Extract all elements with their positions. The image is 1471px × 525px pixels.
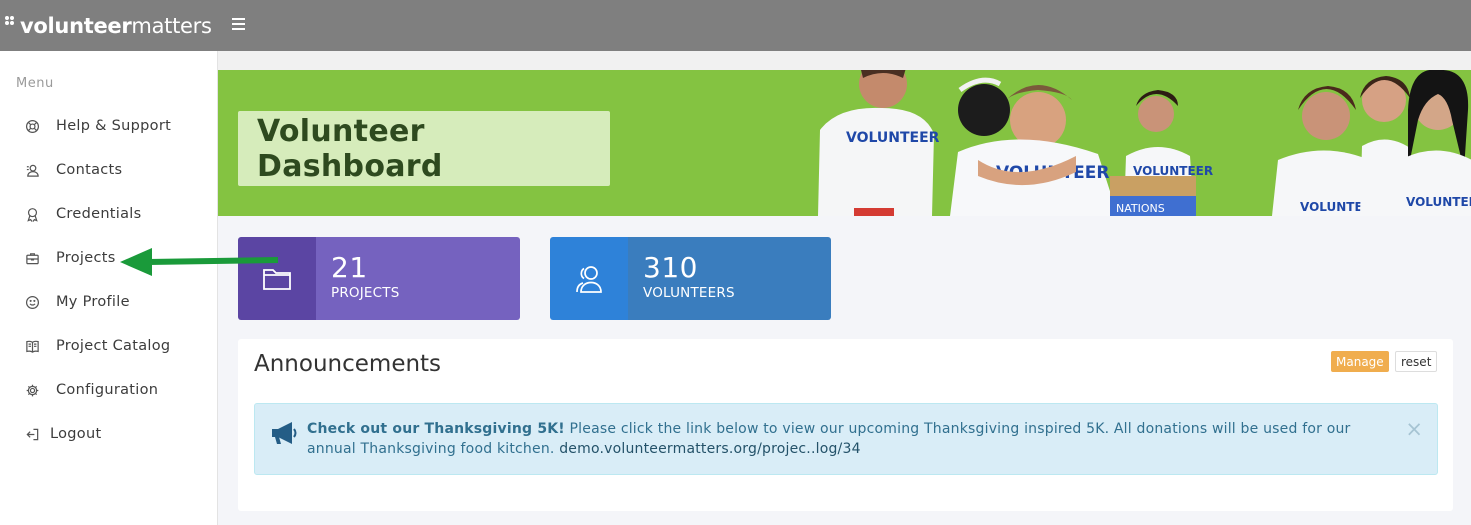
sidebar-item-label: My Profile [56, 294, 130, 310]
shirt-text: VOLUNTEER [846, 130, 940, 146]
announcement-text: Check out our Thanksgiving 5K! Please cl… [307, 419, 1397, 459]
users-icon [550, 237, 628, 320]
gear-icon [24, 382, 40, 398]
logo-text: volunteermatters [20, 14, 212, 38]
reset-button[interactable]: reset [1395, 351, 1438, 372]
announcement-headline: Check out our Thanksgiving 5K! [307, 421, 565, 437]
sidebar-item-label: Contacts [56, 162, 123, 178]
briefcase-icon [24, 250, 40, 266]
sidebar-item-configuration[interactable]: Configuration [24, 378, 158, 402]
app-logo[interactable]: volunteermatters [5, 12, 212, 40]
sidebar-item-label: Help & Support [56, 118, 172, 134]
hamburger-icon[interactable] [232, 14, 248, 34]
sidebar-item-contacts[interactable]: Contacts [24, 158, 122, 182]
announcements-panel: Announcements Manage reset Check out our… [238, 339, 1453, 511]
sidebar-item-label: Credentials [56, 206, 142, 222]
sidebar: Menu Help & Support Contacts Credentials… [0, 51, 218, 525]
megaphone-icon [272, 422, 297, 444]
volunteers-label: VOLUNTEERS [643, 285, 735, 301]
sidebar-item-label: Logout [50, 426, 102, 442]
shirt-text: VOLUNTEER [1406, 195, 1471, 209]
volunteers-count: 310 [643, 251, 698, 284]
top-navbar: volunteermatters [0, 0, 1471, 51]
page-title: Volunteer Dashboard [257, 113, 443, 184]
content-top-strip [218, 51, 1471, 70]
projects-label: PROJECTS [331, 285, 400, 301]
book-icon [24, 338, 40, 354]
logo-dots-icon [5, 15, 18, 29]
stat-card-volunteers[interactable]: 310 VOLUNTEERS [550, 237, 831, 320]
shirt-text: VOLUNTEER [1133, 164, 1213, 178]
sidebar-item-my-profile[interactable]: My Profile [24, 290, 130, 314]
close-icon[interactable]: × [1405, 417, 1423, 441]
announcement-alert: Check out our Thanksgiving 5K! Please cl… [254, 403, 1438, 475]
sidebar-item-help-support[interactable]: Help & Support [24, 114, 171, 138]
sidebar-item-label: Configuration [56, 382, 159, 398]
sidebar-item-credentials[interactable]: Credentials [24, 202, 142, 226]
banner-title-box: Volunteer Dashboard [238, 111, 610, 186]
box-text: NATIONS [1116, 202, 1165, 215]
dashboard-banner: Volunteer Dashboard VOLUNTEER VOLUNTEER … [218, 70, 1471, 216]
sidebar-item-logout[interactable]: Logout [24, 422, 101, 446]
stat-card-projects[interactable]: 21 PROJECTS [238, 237, 520, 320]
projects-count: 21 [331, 251, 368, 284]
announcement-link[interactable]: demo.volunteermatters.org/projec..log/34 [559, 441, 860, 457]
menu-heading: Menu [16, 76, 54, 91]
sidebar-item-label: Project Catalog [56, 338, 171, 354]
award-icon [24, 206, 40, 222]
smiley-icon [24, 294, 40, 310]
lifebuoy-icon [24, 118, 40, 134]
sidebar-item-projects[interactable]: Projects [24, 246, 116, 270]
logout-icon [24, 426, 40, 442]
contact-icon [24, 162, 40, 178]
manage-button[interactable]: Manage [1331, 351, 1389, 372]
volunteers-photo: VOLUNTEER VOLUNTEER VOLUNTEER NATIONS VO… [818, 70, 1471, 216]
arrow-annotation [120, 248, 279, 276]
sidebar-item-project-catalog[interactable]: Project Catalog [24, 334, 170, 358]
announcements-title: Announcements [254, 351, 442, 377]
sidebar-item-label: Projects [56, 250, 116, 266]
